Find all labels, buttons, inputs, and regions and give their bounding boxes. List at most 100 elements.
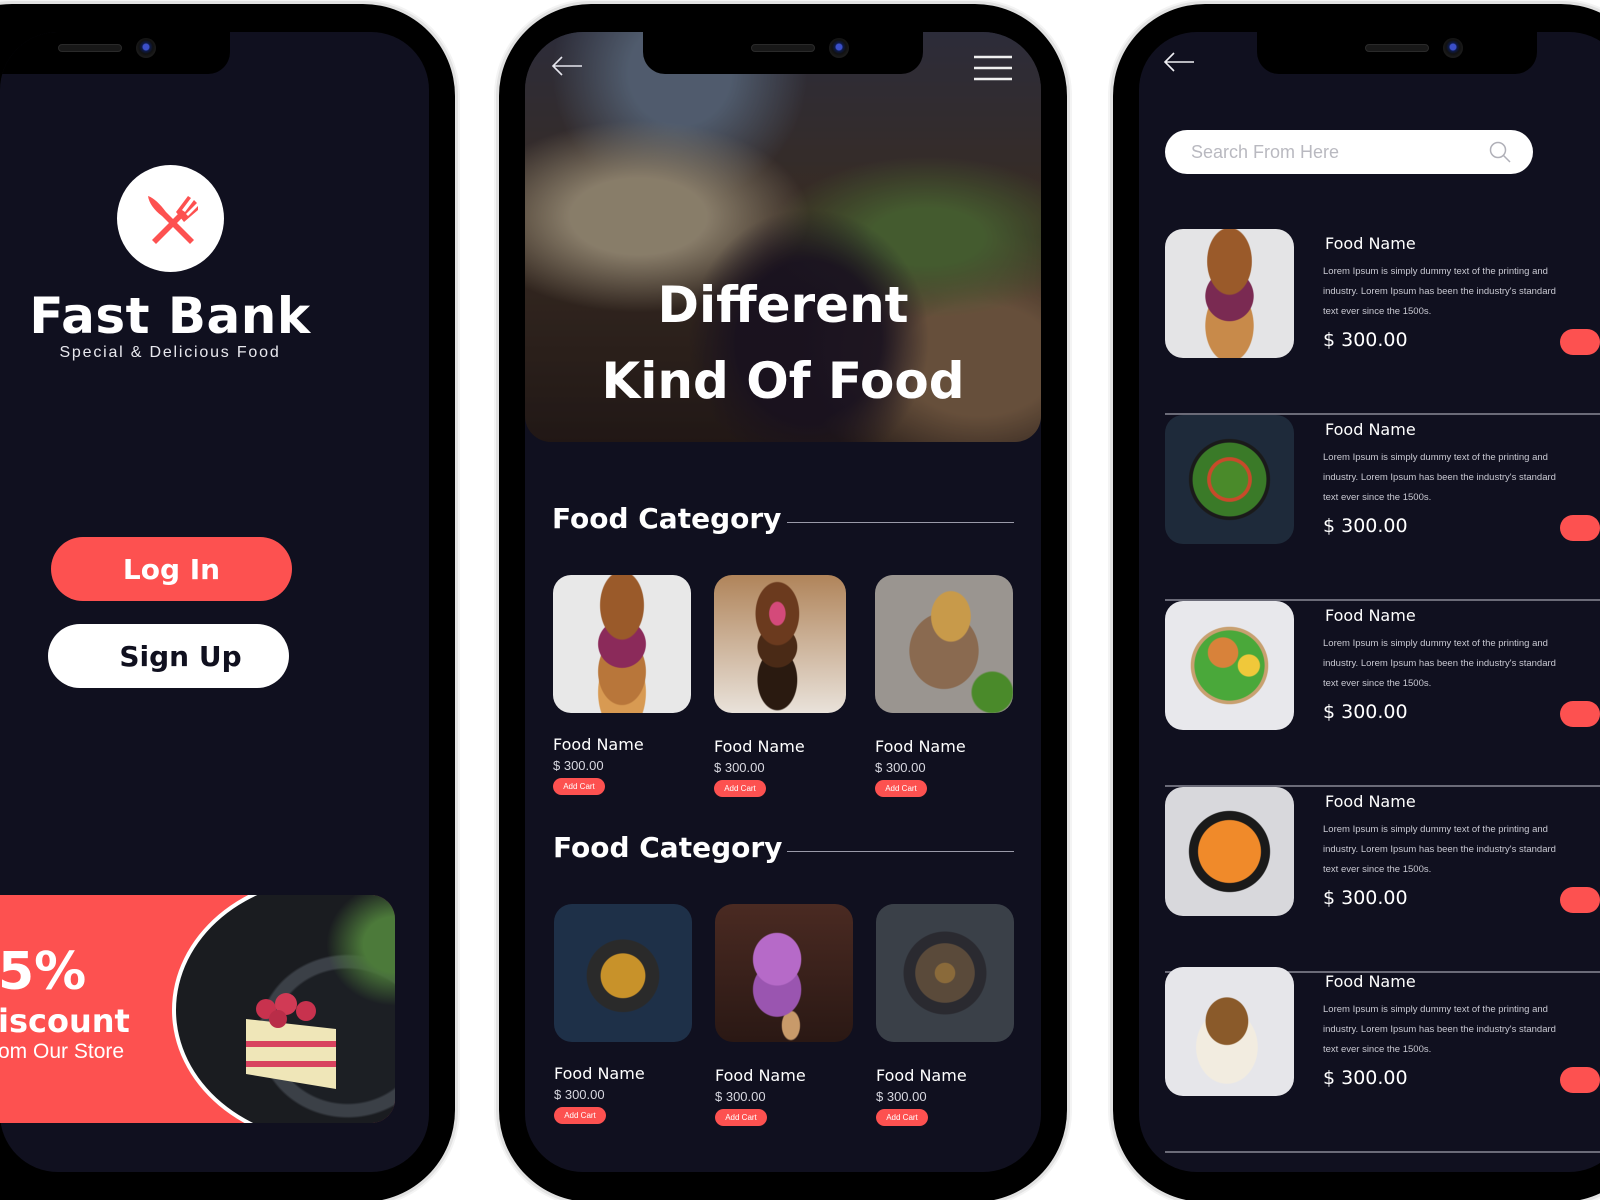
food-list-item[interactable]: Food Name Lorem Ipsum is simply dummy te… — [1165, 967, 1600, 1153]
signup-button[interactable]: Sign Up — [48, 624, 289, 688]
food-price: $ 300.00 — [715, 1089, 766, 1104]
speaker — [1365, 44, 1429, 52]
add-cart-button[interactable] — [1560, 329, 1600, 355]
back-button[interactable] — [551, 56, 583, 81]
food-image-oatmeal-bowl — [554, 904, 692, 1042]
logo — [117, 165, 224, 272]
add-cart-button[interactable]: Add Cart — [875, 780, 927, 797]
raspberry-cake-illustration — [246, 993, 336, 1089]
desc-line: Lorem Ipsum is simply dummy text of the … — [1323, 824, 1548, 835]
food-name: Food Name — [1325, 972, 1416, 991]
arrow-left-icon — [1163, 52, 1194, 72]
food-price: $ 300.00 — [1323, 701, 1408, 723]
food-price: $ 300.00 — [554, 1087, 605, 1102]
food-price: $ 300.00 — [1323, 515, 1408, 537]
desc-line: text ever since the 1500s. — [1323, 306, 1432, 317]
desc-line: industry. Lorem Ipsum has been the indus… — [1323, 286, 1556, 297]
food-image-ice-cream-bars — [715, 904, 853, 1042]
food-price: $ 300.00 — [875, 760, 926, 775]
menu-button[interactable] — [974, 55, 1012, 86]
notch — [643, 32, 923, 74]
desc-line: Lorem Ipsum is simply dummy text of the … — [1323, 452, 1548, 463]
food-image-donuts — [714, 575, 846, 713]
speaker — [751, 44, 815, 52]
search-bar[interactable] — [1165, 130, 1533, 174]
desc-line: industry. Lorem Ipsum has been the indus… — [1323, 658, 1556, 669]
food-card[interactable]: Food Name $ 300.00 Add Cart — [714, 575, 846, 797]
food-image-poke-bowl — [1165, 601, 1294, 730]
add-cart-button[interactable]: Add Cart — [876, 1109, 928, 1126]
notch — [0, 32, 230, 74]
search-input[interactable] — [1191, 141, 1471, 163]
back-button[interactable] — [1163, 52, 1195, 77]
promo-title: iscount — [0, 1002, 130, 1040]
add-cart-button[interactable]: Add Cart — [554, 1107, 606, 1124]
food-name: Food Name — [1325, 606, 1416, 625]
food-image-salmon-curry — [1165, 787, 1294, 916]
food-name: Food Name — [714, 737, 805, 756]
add-cart-button[interactable] — [1560, 1067, 1600, 1093]
camera-icon — [1443, 38, 1463, 58]
food-name: Food Name — [1325, 420, 1416, 439]
food-name: Food Name — [1325, 792, 1416, 811]
promo-subtitle: om Our Store — [0, 1040, 125, 1063]
add-cart-button[interactable] — [1560, 701, 1600, 727]
food-name: Food Name — [1325, 234, 1416, 253]
desc-line: industry. Lorem Ipsum has been the indus… — [1323, 1024, 1556, 1035]
food-name: Food Name — [554, 1064, 645, 1083]
food-price: $ 300.00 — [714, 760, 765, 775]
notch — [1257, 32, 1537, 74]
food-card[interactable]: Food Name $ 300.00 Add Cart — [554, 904, 692, 1124]
food-card[interactable]: Food Name $ 300.00 Add Cart — [876, 904, 1014, 1126]
search-icon[interactable] — [1489, 141, 1511, 163]
cake-image — [172, 895, 395, 1123]
food-description: Lorem Ipsum is simply dummy text of the … — [1323, 634, 1583, 694]
desc-line: text ever since the 1500s. — [1323, 678, 1432, 689]
food-description: Lorem Ipsum is simply dummy text of the … — [1323, 262, 1583, 322]
food-name: Food Name — [875, 737, 966, 756]
food-list-item[interactable]: Food Name Lorem Ipsum is simply dummy te… — [1165, 229, 1600, 415]
desc-line: Lorem Ipsum is simply dummy text of the … — [1323, 1004, 1548, 1015]
hero-line-1: Different — [657, 276, 909, 334]
add-cart-button[interactable]: Add Cart — [715, 1109, 767, 1126]
phone-list-frame: Food Name Lorem Ipsum is simply dummy te… — [1113, 4, 1600, 1200]
desc-line: text ever since the 1500s. — [1323, 1044, 1432, 1055]
list-screen: Food Name Lorem Ipsum is simply dummy te… — [1139, 32, 1600, 1172]
food-card[interactable]: Food Name $ 300.00 Add Cart — [553, 575, 691, 795]
home-screen: Different Kind Of Food Food Category Foo… — [525, 32, 1041, 1172]
food-image-blueberry-cake — [1165, 967, 1294, 1096]
add-cart-button[interactable] — [1560, 887, 1600, 913]
food-image-burger — [553, 575, 691, 713]
food-price: $ 300.00 — [1323, 1067, 1408, 1089]
add-cart-button[interactable]: Add Cart — [714, 780, 766, 797]
food-list-item[interactable]: Food Name Lorem Ipsum is simply dummy te… — [1165, 787, 1600, 973]
camera-icon — [136, 38, 156, 58]
food-image-grilled-meat — [875, 575, 1013, 713]
desc-line: industry. Lorem Ipsum has been the indus… — [1323, 844, 1556, 855]
food-name: Food Name — [715, 1066, 806, 1085]
food-name: Food Name — [553, 735, 644, 754]
food-price: $ 300.00 — [1323, 329, 1408, 351]
food-name: Food Name — [876, 1066, 967, 1085]
food-card[interactable]: Food Name $ 300.00 Add Cart — [875, 575, 1013, 797]
hero-title: Different Kind Of Food — [525, 267, 1041, 419]
food-price: $ 300.00 — [1323, 887, 1408, 909]
food-card[interactable]: Food Name $ 300.00 Add Cart — [715, 904, 853, 1126]
food-list-item[interactable]: Food Name Lorem Ipsum is simply dummy te… — [1165, 601, 1600, 787]
section-title: Food Category — [553, 831, 783, 864]
food-image-burger — [1165, 229, 1294, 358]
food-price: $ 300.00 — [553, 758, 604, 773]
food-description: Lorem Ipsum is simply dummy text of the … — [1323, 820, 1583, 880]
arrow-left-icon — [551, 56, 582, 76]
add-cart-button[interactable]: Add Cart — [553, 778, 605, 795]
login-button[interactable]: Log In — [51, 537, 292, 601]
section-title: Food Category — [552, 502, 782, 535]
phone-home-frame: Different Kind Of Food Food Category Foo… — [499, 4, 1067, 1200]
food-description: Lorem Ipsum is simply dummy text of the … — [1323, 1000, 1583, 1060]
add-cart-button[interactable] — [1560, 515, 1600, 541]
food-image-platter — [876, 904, 1014, 1042]
promo-percent: 5% — [0, 942, 87, 1002]
desc-line: text ever since the 1500s. — [1323, 864, 1432, 875]
desc-line: industry. Lorem Ipsum has been the indus… — [1323, 472, 1556, 483]
food-list-item[interactable]: Food Name Lorem Ipsum is simply dummy te… — [1165, 415, 1600, 601]
